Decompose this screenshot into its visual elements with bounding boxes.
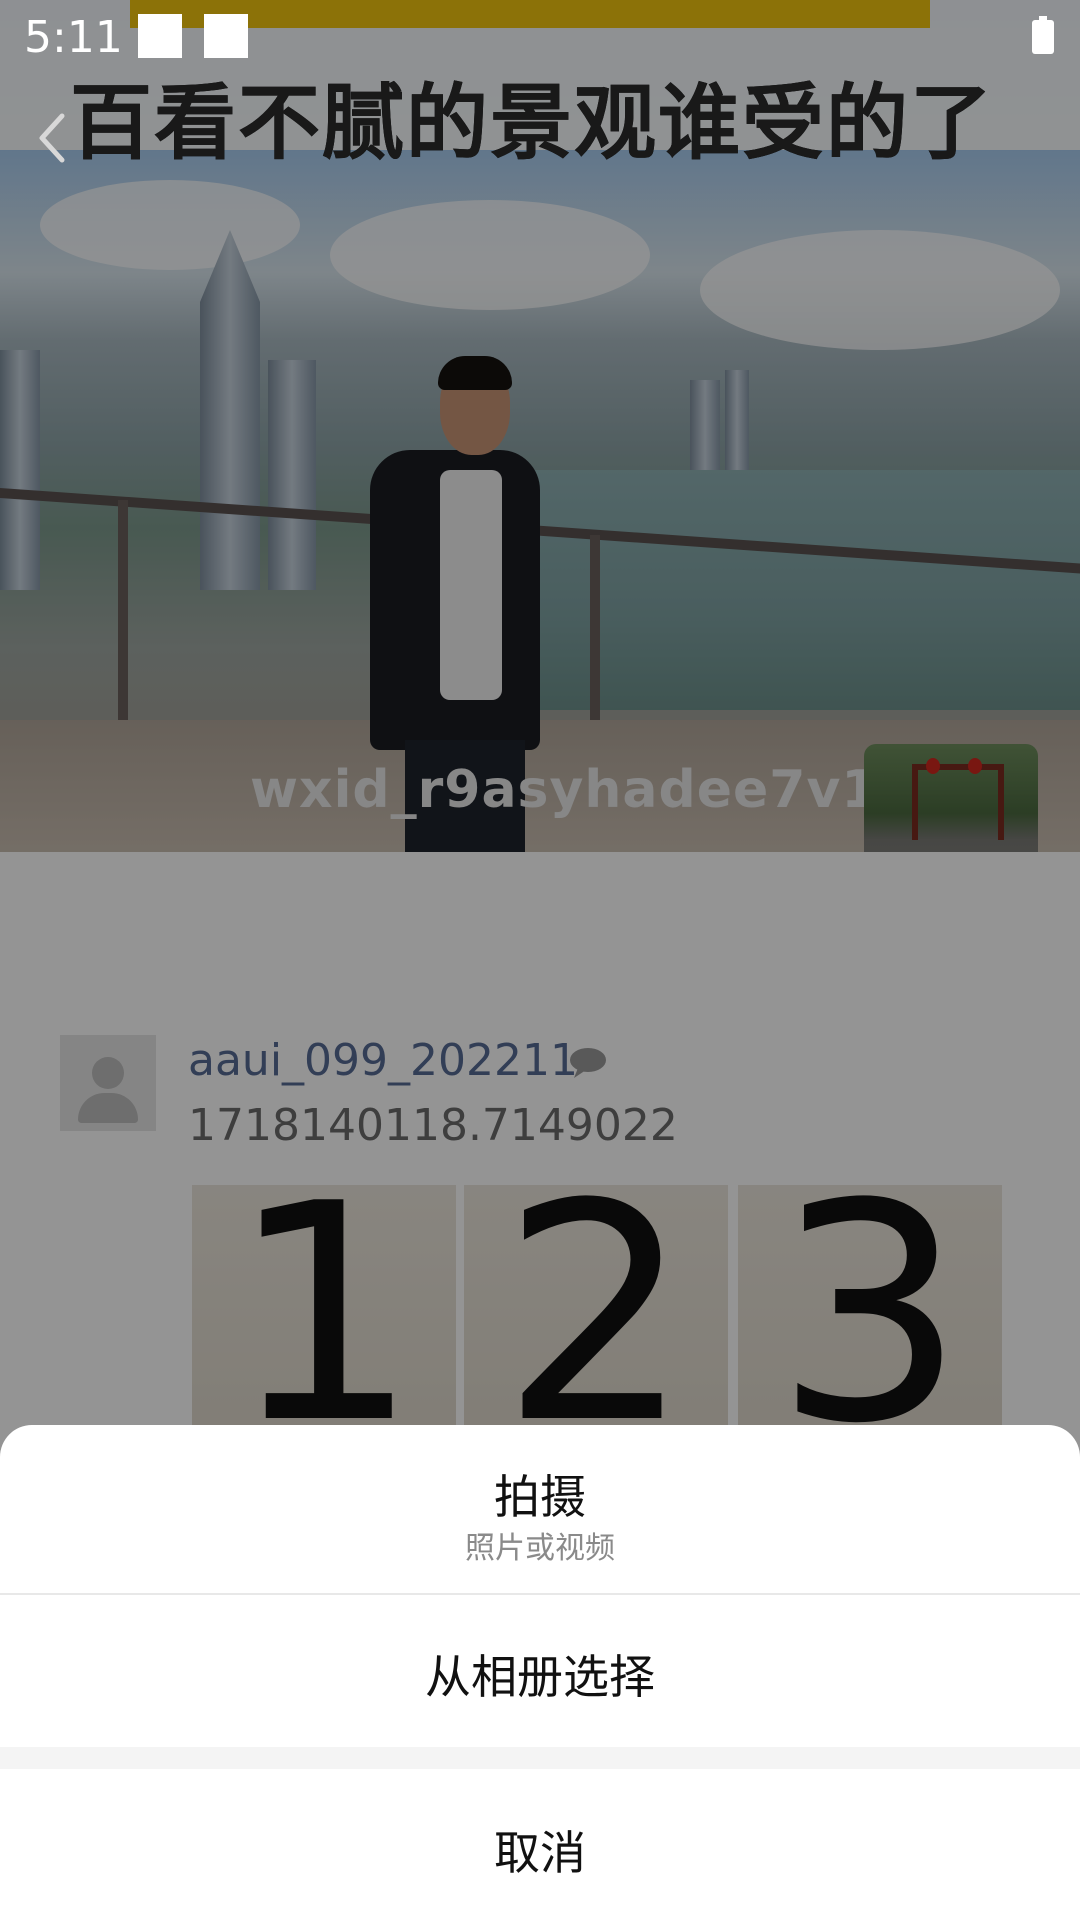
notification-icon bbox=[138, 14, 182, 58]
take-photo-option[interactable]: 拍摄 照片或视频 bbox=[0, 1425, 1080, 1593]
sheet-separator-gap bbox=[0, 1747, 1080, 1769]
choose-from-album-label: 从相册选择 bbox=[425, 1650, 655, 1704]
action-sheet: 拍摄 照片或视频 从相册选择 取消 bbox=[0, 1425, 1080, 1920]
notification-icon bbox=[204, 14, 248, 58]
status-time: 5:11 bbox=[24, 12, 123, 63]
battery-icon bbox=[1032, 16, 1054, 54]
take-photo-subtitle: 照片或视频 bbox=[465, 1531, 615, 1566]
choose-from-album-option[interactable]: 从相册选择 bbox=[0, 1595, 1080, 1747]
take-photo-title: 拍摄 bbox=[494, 1470, 586, 1524]
cancel-button[interactable]: 取消 bbox=[0, 1769, 1080, 1920]
back-chevron-icon[interactable] bbox=[28, 106, 76, 170]
cancel-label: 取消 bbox=[494, 1826, 586, 1880]
